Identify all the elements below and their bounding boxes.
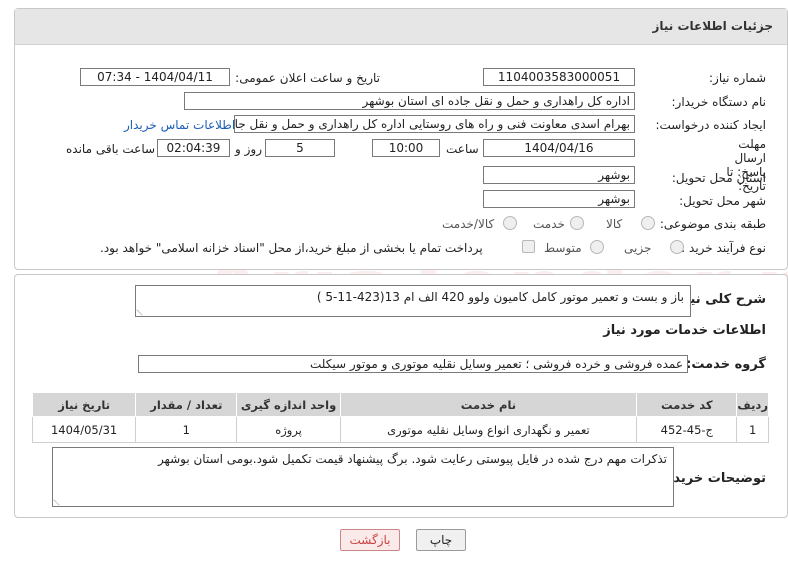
cell-unit: پروژه [236, 416, 341, 443]
creator-field: بهرام اسدی معاونت فنی و راه های روستایی … [234, 115, 635, 133]
col-date: تاریخ نیاز [31, 392, 137, 417]
buyer-contact-link[interactable]: اطلاعات تماس خریدار [124, 118, 235, 132]
need-number-label: شماره نیاز: [709, 71, 766, 85]
summary-text: باز و بست و تعمیر موتور کامل کامیون ولوو… [316, 290, 684, 304]
city-label: شهر محل تحویل: [679, 194, 766, 208]
services-table: ردیف کد خدمت نام خدمت واحد اندازه گیری ت… [31, 392, 769, 443]
process-medium-radio[interactable] [590, 240, 604, 254]
process-label: نوع فرآیند خرید : [681, 241, 766, 255]
category-both-label: کالا/خدمت [442, 217, 495, 231]
service-group-field: عمده فروشی و خرده فروشی ؛ تعمیر وسایل نق… [138, 355, 688, 373]
process-medium-label: متوسط [544, 241, 582, 255]
col-qty: تعداد / مقدار [135, 392, 238, 417]
deadline-time-field: 10:00 [372, 139, 440, 157]
buyer-notes-field: تذکرات مهم درج شده در فایل پیوستی رعایت … [52, 447, 674, 507]
category-goods-label: کالا [606, 217, 623, 231]
category-service-radio[interactable] [570, 216, 584, 230]
cell-date: 1404/05/31 [31, 416, 137, 443]
cell-code: ج-45-452 [636, 416, 738, 443]
print-button[interactable]: چاپ [416, 529, 466, 551]
announce-label: تاریخ و ساعت اعلان عمومی: [235, 71, 380, 85]
col-row: ردیف [736, 392, 769, 417]
back-button[interactable]: بازگشت [340, 529, 400, 551]
days-label: روز و [235, 142, 262, 156]
hour-label: ساعت [446, 142, 479, 156]
days-field: 5 [265, 139, 335, 157]
summary-field: باز و بست و تعمیر موتور کامل کامیون ولوو… [135, 285, 691, 317]
col-unit: واحد اندازه گیری [236, 392, 341, 417]
services-section-title: اطلاعات خدمات مورد نیاز [603, 323, 766, 338]
buyer-notes-text: تذکرات مهم درج شده در فایل پیوستی رعایت … [157, 452, 667, 466]
cell-qty: 1 [135, 416, 238, 443]
announce-field: 1404/04/11 - 07:34 [80, 68, 230, 86]
cell-name: تعمیر و نگهداری انواع وسایل نقلیه موتوری [339, 416, 638, 443]
table-row: 1 ج-45-452 تعمیر و نگهداری انواع وسایل ن… [31, 416, 769, 443]
treasury-checkbox[interactable] [522, 240, 535, 253]
remaining-label: ساعت باقی مانده [66, 142, 156, 156]
payment-note: پرداخت تمام یا بخشی از مبلغ خرید،از محل … [100, 241, 483, 255]
cell-row: 1 [736, 416, 769, 443]
category-goods-radio[interactable] [641, 216, 655, 230]
col-name: نام خدمت [339, 392, 638, 417]
category-label: طبقه بندی موضوعی: [659, 217, 766, 231]
city-field: بوشهر [483, 190, 635, 208]
process-small-radio[interactable] [670, 240, 684, 254]
need-number-field: 1104003583000051 [483, 68, 635, 86]
panel-title: جزئیات اطلاعات نیاز [15, 9, 787, 45]
province-field: بوشهر [483, 166, 635, 184]
resize-grip[interactable] [136, 304, 148, 316]
process-small-label: جزیی [624, 241, 652, 255]
buyer-org-field: اداره کل راهداری و حمل و نقل جاده ای است… [184, 92, 635, 110]
deadline-date-field: 1404/04/16 [483, 139, 635, 157]
col-code: کد خدمت [636, 392, 738, 417]
resize-grip[interactable] [53, 494, 65, 506]
remaining-time-field: 02:04:39 [157, 139, 230, 157]
buyer-org-label: نام دستگاه خریدار: [671, 95, 767, 109]
category-both-radio[interactable] [503, 216, 517, 230]
service-group-label: گروه خدمت: [686, 357, 766, 372]
creator-label: ایجاد کننده درخواست: [655, 118, 766, 132]
province-label: استان محل تحویل: [671, 171, 766, 185]
category-service-label: خدمت [533, 217, 565, 231]
